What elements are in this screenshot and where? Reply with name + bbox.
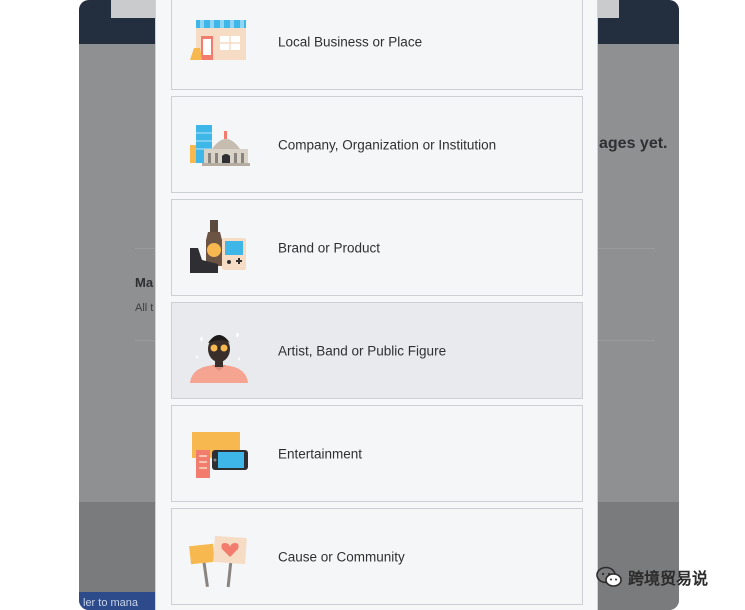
- option-entertainment[interactable]: Entertainment: [171, 405, 583, 502]
- background-tab: [111, 0, 161, 18]
- product-icon: [188, 218, 250, 280]
- building-icon: [188, 115, 250, 177]
- background-bottom-link: ler to mana: [79, 592, 155, 610]
- option-brand-product[interactable]: Brand or Product: [171, 199, 583, 296]
- option-label: Company, Organization or Institution: [278, 137, 497, 152]
- community-sign-icon: [188, 527, 250, 589]
- option-label: Artist, Band or Public Figure: [278, 343, 447, 358]
- option-label: Local Business or Place: [278, 34, 423, 49]
- option-cause-community[interactable]: Cause or Community: [171, 508, 583, 605]
- option-company[interactable]: Company, Organization or Institution: [171, 96, 583, 193]
- page-type-modal: Local Business or Place Company, Organiz…: [155, 0, 598, 610]
- public-figure-icon: [188, 321, 250, 383]
- watermark-text: 跨境贸易说: [628, 571, 709, 588]
- option-local-business[interactable]: Local Business or Place: [171, 0, 583, 90]
- wechat-icon: [596, 566, 622, 587]
- option-label: Brand or Product: [278, 240, 381, 255]
- option-label: Entertainment: [278, 446, 363, 461]
- storefront-icon: [188, 12, 250, 74]
- entertainment-icon: [188, 424, 250, 486]
- background-heading: ages yet.: [599, 135, 668, 152]
- background-section-title: Ma: [135, 275, 154, 290]
- background-section-subtitle: All t: [135, 302, 154, 314]
- option-label: Cause or Community: [278, 549, 405, 564]
- watermark: 跨境贸易说: [596, 565, 708, 589]
- option-public-figure[interactable]: Artist, Band or Public Figure: [171, 302, 583, 399]
